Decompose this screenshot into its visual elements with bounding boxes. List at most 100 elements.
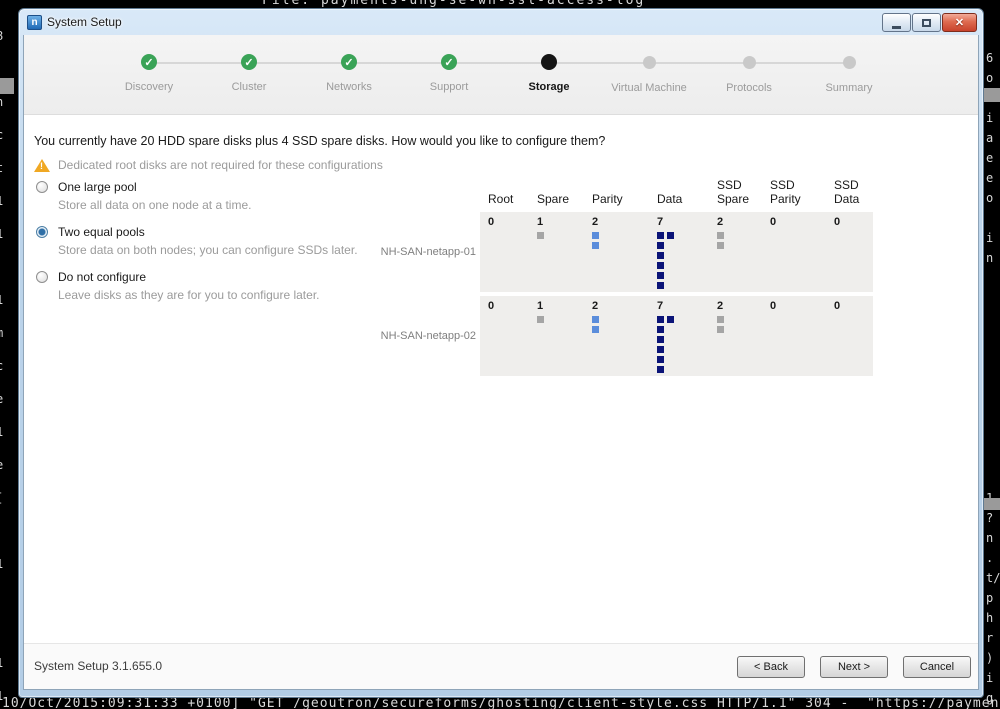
column-header: Root — [488, 192, 514, 206]
disk-count: 0 — [834, 300, 841, 312]
disk-count: 2 — [717, 300, 724, 312]
disk-cell: 0 — [480, 296, 529, 376]
disk-table-head: Root Spare Parity Data SSD Spare SSD Parity SS… — [380, 173, 873, 206]
option-do-not-configure[interactable]: Do not configure Leave disks as they are… — [34, 270, 358, 302]
disk-icon — [657, 346, 664, 353]
option-description: Store all data on one node at a time. — [58, 198, 252, 212]
disk-icon — [657, 282, 664, 289]
option-label[interactable]: One large pool — [58, 180, 251, 195]
back-button[interactable]: < Back — [737, 656, 805, 678]
cancel-button[interactable]: Cancel — [903, 656, 971, 678]
minimize-button[interactable] — [882, 13, 911, 32]
radio-one-large-pool[interactable] — [36, 181, 48, 193]
column-header: Parity — [592, 192, 623, 206]
storage-step-content: You currently have 20 HDD spare disks pl… — [24, 116, 978, 643]
disk-icon — [592, 316, 599, 323]
disk-icon — [657, 242, 664, 249]
maximize-button[interactable] — [912, 13, 941, 32]
disk-icons — [717, 316, 762, 376]
step-dot-icon — [742, 56, 756, 69]
column-header: SSD Spare — [717, 178, 750, 206]
disk-cell: 2 — [709, 296, 762, 376]
disk-count: 0 — [770, 300, 777, 312]
step-label: Protocols — [726, 82, 772, 94]
radio-do-not-configure[interactable] — [36, 271, 48, 283]
step-protocols: Protocols — [699, 35, 799, 94]
node-label: NH-SAN-netapp-01 — [380, 246, 476, 258]
option-description: Leave disks as they are for you to confi… — [58, 288, 320, 302]
check-icon: ✓ — [341, 54, 357, 70]
system-setup-window: n System Setup ✕ ✓ Discovery ✓ Cluster ✓ Netw… — [18, 8, 984, 698]
disk-cell: 7 — [649, 212, 709, 292]
warning-message: Dedicated root disks are not required fo… — [34, 158, 383, 172]
table-row: NH-SAN-netapp-01 0 1 2 7 2 0 0 — [380, 212, 873, 292]
maximize-icon — [922, 18, 931, 27]
step-support: ✓ Support — [399, 35, 499, 94]
wizard-stepper: ✓ Discovery ✓ Cluster ✓ Networks ✓ Support Stora… — [24, 35, 978, 115]
disk-cell: 2 — [709, 212, 762, 292]
disk-allocation-table: Root Spare Parity Data SSD Spare SSD Parity SS… — [380, 173, 873, 380]
step-storage: Storage — [499, 35, 599, 94]
disk-icon — [657, 336, 664, 343]
disk-count: 0 — [834, 216, 841, 228]
radio-two-equal-pools[interactable] — [36, 226, 48, 238]
disk-cells: 0127200 — [480, 296, 873, 376]
close-button[interactable]: ✕ — [942, 13, 977, 32]
disk-count: 2 — [592, 216, 599, 228]
option-one-large-pool[interactable]: One large pool Store all data on one nod… — [34, 180, 358, 212]
disk-count: 1 — [537, 300, 544, 312]
disk-icon — [657, 232, 664, 239]
disk-icons — [834, 316, 873, 376]
disk-cell: 0 — [480, 212, 529, 292]
disk-cell: 0 — [762, 296, 826, 376]
disk-icons — [834, 232, 873, 292]
footer-bar: System Setup 3.1.655.0 < Back Next > Can… — [24, 643, 978, 689]
option-two-equal-pools[interactable]: Two equal pools Store data on both nodes… — [34, 225, 358, 257]
disk-cell: 0 — [826, 296, 873, 376]
disk-icon — [717, 326, 724, 333]
disk-icon — [667, 316, 674, 323]
disk-icons — [537, 232, 584, 292]
column-header: Spare — [537, 192, 570, 206]
disk-icon — [657, 356, 664, 363]
titlebar[interactable]: n System Setup ✕ — [23, 9, 979, 35]
step-dot-icon — [642, 56, 656, 69]
disk-cell: 2 — [584, 212, 649, 292]
step-label: Networks — [326, 81, 372, 93]
disk-table-header: Root Spare Parity Data SSD Spare SSD Parity SS… — [480, 173, 873, 206]
disk-icon — [592, 232, 599, 239]
step-label: Discovery — [124, 81, 174, 93]
step-virtual-machine: Virtual Machine — [599, 35, 699, 94]
disk-icons — [657, 232, 709, 292]
disk-icon — [657, 326, 664, 333]
option-label[interactable]: Do not configure — [58, 270, 319, 285]
background-selection — [984, 88, 1000, 102]
step-summary: Summary — [799, 35, 899, 94]
disk-count: 0 — [770, 216, 777, 228]
option-label[interactable]: Two equal pools — [58, 225, 358, 240]
question-text: You currently have 20 HDD spare disks pl… — [34, 134, 606, 148]
disk-icon — [667, 232, 674, 239]
step-networks: ✓ Networks — [299, 35, 399, 94]
disk-icons — [592, 316, 649, 376]
app-icon: n — [27, 14, 42, 30]
disk-cell: 1 — [529, 212, 584, 292]
step-discovery: ✓ Discovery — [99, 35, 199, 94]
minimize-icon — [892, 25, 901, 29]
column-header: SSD Parity — [770, 178, 801, 206]
check-icon: ✓ — [241, 54, 257, 70]
next-button[interactable]: Next > — [820, 656, 888, 678]
disk-table-rows: NH-SAN-netapp-01 0 1 2 7 2 0 0 NH-SAN-netapp-02 0… — [380, 212, 873, 376]
disk-icon — [592, 242, 599, 249]
disk-count: 7 — [657, 300, 664, 312]
disk-icon — [657, 272, 664, 279]
disk-count: 0 — [488, 300, 495, 312]
window-title: System Setup — [47, 15, 122, 29]
disk-icon — [537, 316, 544, 323]
step-label: Support — [429, 81, 469, 93]
pool-options: One large pool Store all data on one nod… — [34, 180, 358, 315]
warning-text: Dedicated root disks are not required fo… — [58, 158, 383, 172]
disk-count: 0 — [488, 216, 495, 228]
disk-icons — [537, 316, 584, 376]
background-log-left-edge: 8 n c t 1 1 1 m c e 1 e [ 1 1 1 1 — [0, 20, 3, 709]
